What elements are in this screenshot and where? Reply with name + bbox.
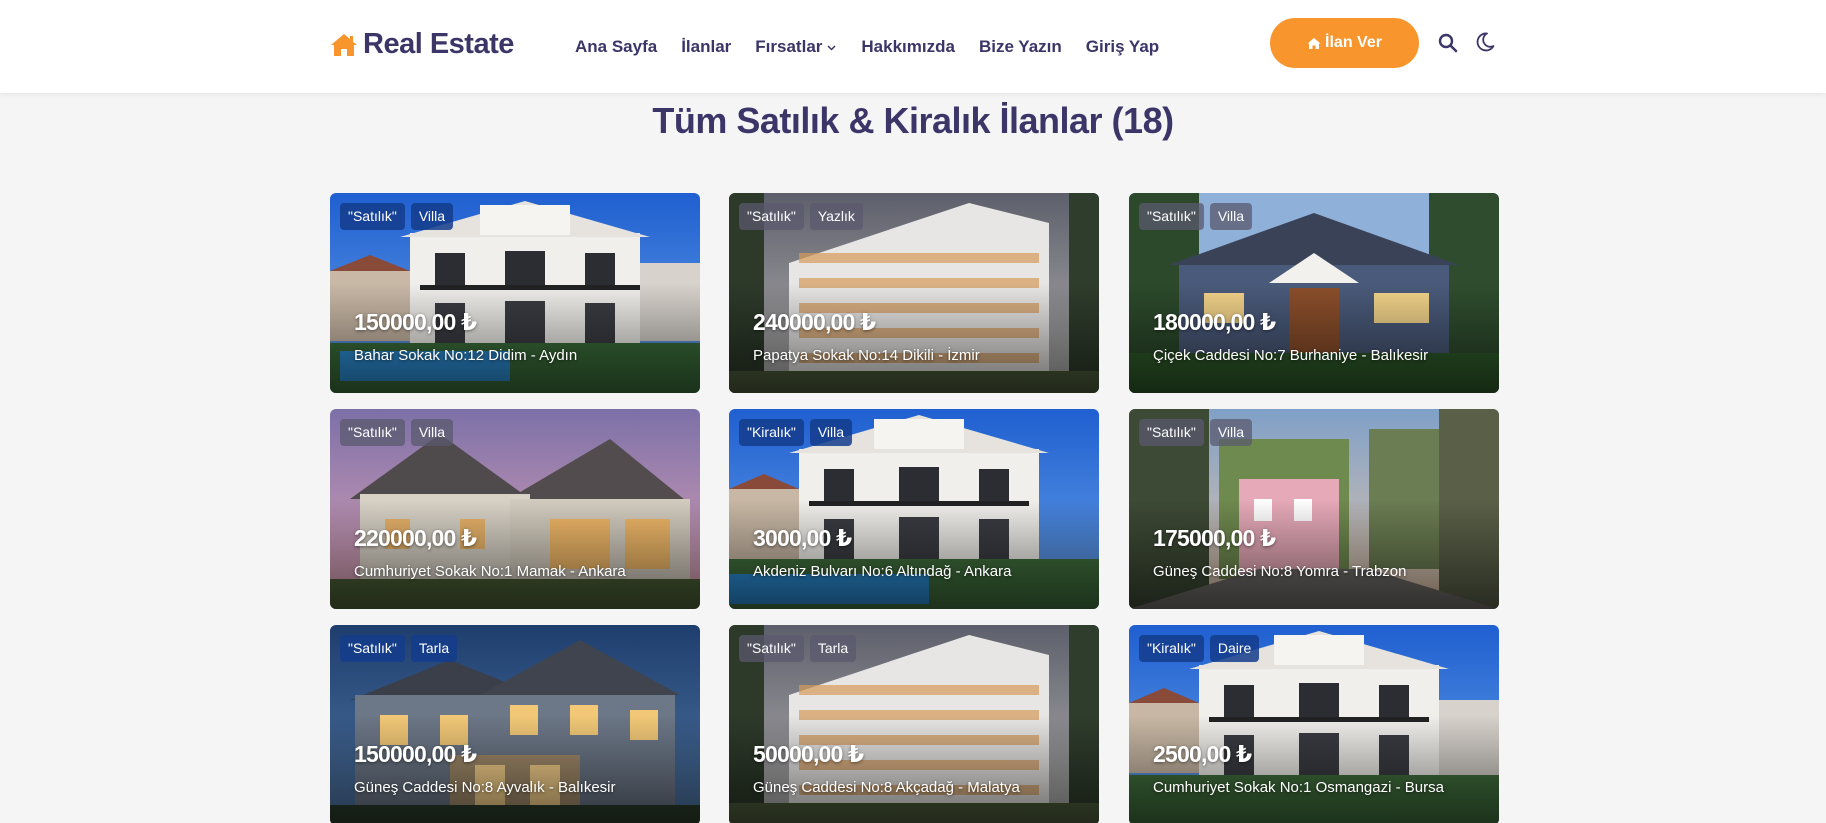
listing-card[interactable]: "Kiralık" Villa 3000,00 ₺ Akdeniz Bulvar… <box>729 409 1099 609</box>
listing-tags: "Kiralık" Villa <box>739 419 858 446</box>
type-badge: Villa <box>1209 419 1253 446</box>
status-badge: "Satılık" <box>1139 419 1204 446</box>
listing-price: 3000,00 ₺ <box>753 525 852 551</box>
home-icon <box>1307 37 1321 49</box>
nav-login[interactable]: Giriş Yap <box>1086 37 1159 57</box>
nav-contact[interactable]: Bize Yazın <box>979 37 1062 57</box>
brand-logo[interactable]: Real Estate <box>330 28 514 61</box>
listing-card[interactable]: "Satılık" Villa 175000,00 ₺ Güneş Caddes… <box>1129 409 1499 609</box>
listing-address: Papatya Sokak No:14 Dikili - İzmir <box>753 347 980 364</box>
status-badge: "Satılık" <box>1139 203 1204 230</box>
nav-listings[interactable]: İlanlar <box>681 37 731 57</box>
main-nav: Ana Sayfa İlanlar Fırsatlar Hakkımızda B… <box>575 37 1183 57</box>
type-badge: Villa <box>1209 203 1253 230</box>
type-badge: Villa <box>410 419 454 446</box>
status-badge: "Satılık" <box>340 419 405 446</box>
listing-card[interactable]: "Satılık" Tarla 50000,00 ₺ Güneş Caddesi… <box>729 625 1099 823</box>
listing-price: 180000,00 ₺ <box>1153 309 1276 335</box>
listing-card[interactable]: "Satılık" Tarla 150000,00 ₺ Güneş Caddes… <box>330 625 700 823</box>
listing-tags: "Satılık" Villa <box>1139 203 1258 230</box>
status-badge: "Kiralık" <box>739 419 804 446</box>
moon-icon[interactable] <box>1474 31 1496 53</box>
status-badge: "Satılık" <box>739 203 804 230</box>
nav-deals-label: Fırsatlar <box>755 37 823 56</box>
listing-card[interactable]: "Kiralık" Daire 2500,00 ₺ Cumhuriyet Sok… <box>1129 625 1499 823</box>
listing-card[interactable]: "Satılık" Villa 180000,00 ₺ Çiçek Caddes… <box>1129 193 1499 393</box>
listing-tags: "Kiralık" Daire <box>1139 635 1265 662</box>
type-badge: Villa <box>809 419 853 446</box>
status-badge: "Satılık" <box>340 203 405 230</box>
type-badge: Yazlık <box>809 203 863 230</box>
listing-tags: "Satılık" Villa <box>340 203 459 230</box>
listing-card[interactable]: "Satılık" Villa 150000,00 ₺ Bahar Sokak … <box>330 193 700 393</box>
page-title: Tüm Satılık & Kiralık İlanlar (18) <box>652 100 1174 141</box>
listing-address: Cumhuriyet Sokak No:1 Osmangazi - Bursa <box>1153 779 1444 796</box>
chevron-down-icon <box>827 44 836 51</box>
listing-tags: "Satılık" Villa <box>340 419 459 446</box>
listing-price: 240000,00 ₺ <box>753 309 876 335</box>
listing-tags: "Satılık" Tarla <box>739 635 862 662</box>
listing-card[interactable]: "Satılık" Yazlık 240000,00 ₺ Papatya Sok… <box>729 193 1099 393</box>
listing-price: 150000,00 ₺ <box>354 309 477 335</box>
listing-address: Güneş Caddesi No:8 Akçadağ - Malatya <box>753 779 1020 796</box>
listing-address: Bahar Sokak No:12 Didim - Aydın <box>354 347 578 364</box>
status-badge: "Kiralık" <box>1139 635 1204 662</box>
listing-tags: "Satılık" Yazlık <box>739 203 869 230</box>
listing-address: Güneş Caddesi No:8 Ayvalık - Balıkesir <box>354 779 616 796</box>
type-badge: Tarla <box>410 635 458 662</box>
listing-card[interactable]: "Satılık" Villa 220000,00 ₺ Cumhuriyet S… <box>330 409 700 609</box>
post-listing-button[interactable]: İlan Ver <box>1270 18 1419 68</box>
listing-tags: "Satılık" Tarla <box>340 635 463 662</box>
listing-price: 50000,00 ₺ <box>753 741 864 767</box>
search-icon[interactable] <box>1437 32 1459 54</box>
listing-address: Çiçek Caddesi No:7 Burhaniye - Balıkesir <box>1153 347 1429 364</box>
listing-price: 220000,00 ₺ <box>354 525 477 551</box>
listing-price: 2500,00 ₺ <box>1153 741 1252 767</box>
status-badge: "Satılık" <box>739 635 804 662</box>
listing-price: 175000,00 ₺ <box>1153 525 1276 551</box>
type-badge: Tarla <box>809 635 857 662</box>
status-badge: "Satılık" <box>340 635 405 662</box>
listing-address: Akdeniz Bulvarı No:6 Altındağ - Ankara <box>753 563 1012 580</box>
nav-about[interactable]: Hakkımızda <box>861 37 955 57</box>
listing-address: Güneş Caddesi No:8 Yomra - Trabzon <box>1153 563 1407 580</box>
site-header: Real Estate Ana Sayfa İlanlar Fırsatlar … <box>0 0 1826 93</box>
nav-home[interactable]: Ana Sayfa <box>575 37 657 57</box>
nav-deals[interactable]: Fırsatlar <box>755 37 837 57</box>
type-badge: Daire <box>1209 635 1260 662</box>
brand-name: Real Estate <box>363 28 514 60</box>
listing-price: 150000,00 ₺ <box>354 741 477 767</box>
listing-address: Cumhuriyet Sokak No:1 Mamak - Ankara <box>354 563 626 580</box>
listing-tags: "Satılık" Villa <box>1139 419 1258 446</box>
type-badge: Villa <box>410 203 454 230</box>
post-listing-label: İlan Ver <box>1325 34 1382 51</box>
home-icon <box>331 33 357 56</box>
